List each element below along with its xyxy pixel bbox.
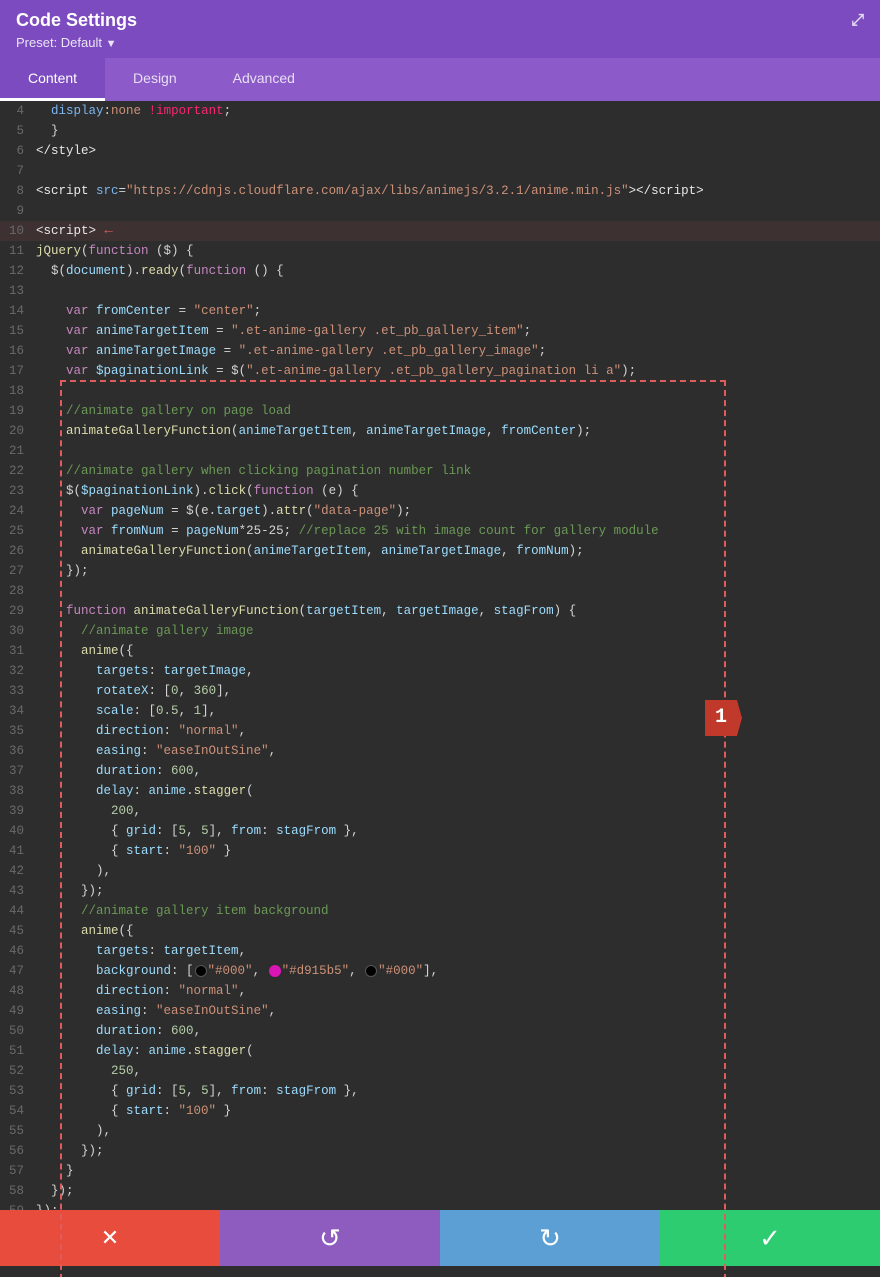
code-line-37: 37 duration: 600,: [0, 761, 880, 781]
code-line-41: 41 { start: "100" }: [0, 841, 880, 861]
code-line-26: 26 animateGalleryFunction(animeTargetIte…: [0, 541, 880, 561]
code-line-8: 8 <script src="https://cdnjs.cloudflare.…: [0, 181, 880, 201]
code-line-58: 58 });: [0, 1181, 880, 1201]
code-line-30: 30 //animate gallery image: [0, 621, 880, 641]
code-line-20: 20 animateGalleryFunction(animeTargetIte…: [0, 421, 880, 441]
code-line-14: 14 var fromCenter = "center";: [0, 301, 880, 321]
code-line-43: 43 });: [0, 881, 880, 901]
code-line-7: 7: [0, 161, 880, 181]
preset-label[interactable]: Preset: Default ▼: [16, 35, 864, 58]
save-icon: ✓: [759, 1223, 781, 1254]
code-line-51: 51 delay: anime.stagger(: [0, 1041, 880, 1061]
code-line-19: 19 //animate gallery on page load: [0, 401, 880, 421]
code-line-16: 16 var animeTargetImage = ".et-anime-gal…: [0, 341, 880, 361]
reset-icon: ↺: [319, 1223, 341, 1254]
code-line-40: 40 { grid: [5, 5], from: stagFrom },: [0, 821, 880, 841]
code-line-6: 6 </style>: [0, 141, 880, 161]
app-title: Code Settings: [16, 10, 137, 31]
badge-1: 1: [700, 700, 742, 736]
bottom-bar: ✕ ↺ ↻ ✓: [0, 1210, 880, 1266]
code-line-4: 4 display:none !important;: [0, 101, 880, 121]
refresh-icon: ↻: [539, 1223, 561, 1254]
code-line-24: 24 var pageNum = $(e.target).attr("data-…: [0, 501, 880, 521]
code-editor[interactable]: 1 4 display:none !important; 5 } 6 </sty…: [0, 101, 880, 1277]
cancel-icon: ✕: [101, 1225, 119, 1251]
code-line-29: 29 function animateGalleryFunction(targe…: [0, 601, 880, 621]
code-line-56: 56 });: [0, 1141, 880, 1161]
code-line-46: 46 targets: targetItem,: [0, 941, 880, 961]
code-line-54: 54 { start: "100" }: [0, 1101, 880, 1121]
code-line-15: 15 var animeTargetItem = ".et-anime-gall…: [0, 321, 880, 341]
tab-content[interactable]: Content: [0, 58, 105, 101]
code-line-13: 13: [0, 281, 880, 301]
tabs-bar: Content Design Advanced: [0, 58, 880, 101]
code-line-12: 12 $(document).ready(function () {: [0, 261, 880, 281]
code-line-34: 34 scale: [0.5, 1],: [0, 701, 880, 721]
code-line-38: 38 delay: anime.stagger(: [0, 781, 880, 801]
code-line-27: 27 });: [0, 561, 880, 581]
code-line-32: 32 targets: targetImage,: [0, 661, 880, 681]
code-line-21: 21: [0, 441, 880, 461]
header-title-row: Code Settings ⤢: [16, 10, 864, 35]
code-line-18: 18: [0, 381, 880, 401]
tab-design[interactable]: Design: [105, 58, 205, 101]
reset-button[interactable]: ↺: [220, 1210, 440, 1266]
code-line-49: 49 easing: "easeInOutSine",: [0, 1001, 880, 1021]
code-line-55: 55 ),: [0, 1121, 880, 1141]
code-line-47: 47 background: ["#000", "#d915b5", "#000…: [0, 961, 880, 981]
code-line-22: 22 //animate gallery when clicking pagin…: [0, 461, 880, 481]
tab-advanced[interactable]: Advanced: [205, 58, 323, 101]
code-line-44: 44 //animate gallery item background: [0, 901, 880, 921]
code-line-9: 9: [0, 201, 880, 221]
code-line-42: 42 ),: [0, 861, 880, 881]
cancel-button[interactable]: ✕: [0, 1210, 220, 1266]
code-line-52: 52 250,: [0, 1061, 880, 1081]
code-line-11: 11 jQuery(function ($) {: [0, 241, 880, 261]
save-button[interactable]: ✓: [660, 1210, 880, 1266]
code-line-36: 36 easing: "easeInOutSine",: [0, 741, 880, 761]
code-line-50: 50 duration: 600,: [0, 1021, 880, 1041]
code-line-5: 5 }: [0, 121, 880, 141]
code-line-23: 23 $($paginationLink).click(function (e)…: [0, 481, 880, 501]
code-line-57: 57 }: [0, 1161, 880, 1181]
code-line-28: 28: [0, 581, 880, 601]
refresh-button[interactable]: ↻: [440, 1210, 660, 1266]
expand-icon[interactable]: ⤢: [851, 12, 864, 30]
code-line-33: 33 rotateX: [0, 360],: [0, 681, 880, 701]
code-line-31: 31 anime({: [0, 641, 880, 661]
code-line-25: 25 var fromNum = pageNum*25-25; //replac…: [0, 521, 880, 541]
header: Code Settings ⤢ Preset: Default ▼: [0, 0, 880, 58]
code-line-35: 35 direction: "normal",: [0, 721, 880, 741]
code-line-10: 10 <script> ←: [0, 221, 880, 241]
code-line-45: 45 anime({: [0, 921, 880, 941]
code-line-48: 48 direction: "normal",: [0, 981, 880, 1001]
code-line-53: 53 { grid: [5, 5], from: stagFrom },: [0, 1081, 880, 1101]
code-line-39: 39 200,: [0, 801, 880, 821]
code-line-17: 17 var $paginationLink = $(".et-anime-ga…: [0, 361, 880, 381]
